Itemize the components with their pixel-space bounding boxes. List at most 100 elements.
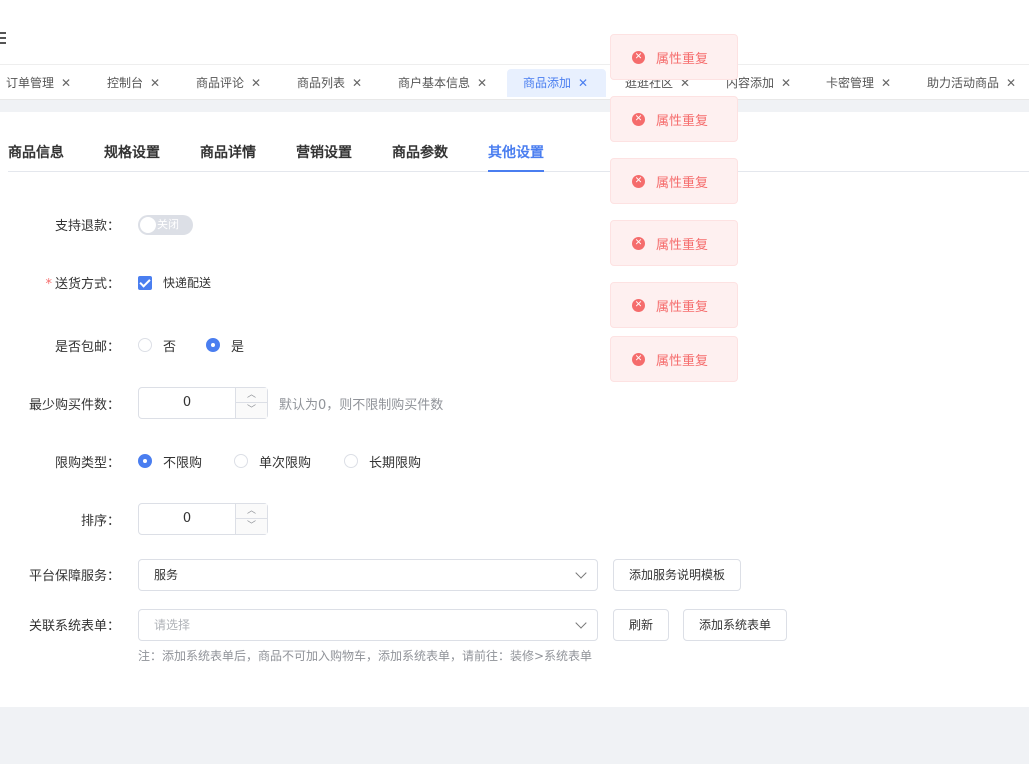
limit-long-term-radio[interactable]	[344, 454, 358, 468]
min-purchase-stepper[interactable]: 0 ︿ ﹀	[138, 387, 268, 419]
stepper-arrows: ︿ ﹀	[235, 504, 267, 534]
refund-label: 支持退款：	[54, 219, 120, 234]
switch-text: 关闭	[157, 218, 179, 231]
tab-console[interactable]: 控制台 ✕	[107, 69, 160, 97]
tab-label: 卡密管理	[826, 76, 875, 90]
tab-label: 订单管理	[6, 76, 55, 90]
limit-none-radio[interactable]	[138, 454, 152, 468]
error-icon: ✕	[632, 51, 645, 64]
close-icon[interactable]: ✕	[781, 76, 791, 90]
close-icon[interactable]: ✕	[477, 76, 487, 90]
switch-knob	[140, 217, 156, 233]
refresh-button[interactable]: 刷新	[613, 609, 669, 641]
min-purchase-label: 最少购买件数：	[28, 398, 120, 413]
limit-single-label: 单次限购	[259, 456, 312, 471]
error-toast: ✕ 属性重复	[610, 336, 738, 382]
hamburger-icon[interactable]	[0, 32, 6, 44]
subtab-product-details[interactable]: 商品详情	[200, 142, 256, 172]
guarantee-value: 服务	[154, 568, 179, 582]
sort-stepper[interactable]: 0 ︿ ﹀	[138, 503, 268, 535]
error-icon: ✕	[632, 113, 645, 126]
tab-assist-products[interactable]: 助力活动商品 ✕	[927, 69, 1016, 97]
increment-icon[interactable]: ︿	[236, 504, 267, 519]
limit-none-label: 不限购	[163, 456, 203, 471]
tab-label: 商品评论	[196, 76, 245, 90]
min-purchase-hint: 默认为0，则不限制购买件数	[279, 398, 444, 413]
page-tabs-bar: 订单管理 ✕ 控制台 ✕ 商品评论 ✕ 商品列表 ✕ 商户基本信息 ✕ 商品添加 ✕ 逛逛社…	[0, 64, 1029, 100]
decrement-icon[interactable]: ﹀	[236, 519, 267, 534]
close-icon[interactable]: ✕	[251, 76, 261, 90]
free-shipping-yes-label: 是	[231, 340, 245, 355]
tab-card-management[interactable]: 卡密管理 ✕	[826, 69, 891, 97]
tab-product-add[interactable]: 商品添加 ✕	[507, 69, 607, 97]
system-form-note: 注：添加系统表单后，商品不可加入购物车，添加系统表单，请前往：装修>系统表单	[138, 649, 593, 663]
toast-message: 属性重复	[656, 238, 709, 253]
guarantee-select[interactable]: 服务	[138, 559, 598, 591]
limit-type-label: 限购类型：	[54, 456, 120, 471]
error-toast: ✕ 属性重复	[610, 34, 738, 80]
limit-long-term-label: 长期限购	[369, 456, 422, 471]
free-shipping-label: 是否包邮：	[54, 340, 120, 355]
footer-area	[0, 707, 1029, 764]
tab-label: 助力活动商品	[927, 76, 1000, 90]
close-icon[interactable]: ✕	[150, 76, 160, 90]
system-form-select[interactable]: 请选择	[138, 609, 598, 641]
tab-product-reviews[interactable]: 商品评论 ✕	[196, 69, 261, 97]
error-toast: ✕ 属性重复	[610, 282, 738, 328]
free-shipping-no-label: 否	[163, 340, 177, 355]
toast-message: 属性重复	[656, 114, 709, 129]
refund-switch[interactable]: 关闭	[138, 215, 193, 235]
top-header	[0, 0, 1029, 64]
close-icon[interactable]: ✕	[881, 76, 891, 90]
add-system-form-button[interactable]: 添加系统表单	[683, 609, 787, 641]
error-icon: ✕	[632, 353, 645, 366]
add-service-template-button[interactable]: 添加服务说明模板	[613, 559, 741, 591]
system-form-label: 关联系统表单：	[28, 619, 120, 634]
express-delivery-label: 快递配送	[163, 276, 212, 290]
subtab-product-params[interactable]: 商品参数	[392, 142, 448, 172]
limit-single-radio[interactable]	[234, 454, 248, 468]
toast-message: 属性重复	[656, 300, 709, 315]
toast-message: 属性重复	[656, 354, 709, 369]
content-gap	[0, 100, 1029, 112]
toast-message: 属性重复	[656, 176, 709, 191]
tab-merchant-info[interactable]: 商户基本信息 ✕	[398, 69, 487, 97]
product-form-card: 商品信息 规格设置 商品详情 营销设置 商品参数 其他设置 支持退款： 关闭 *…	[0, 112, 1029, 707]
error-icon: ✕	[632, 175, 645, 188]
subtab-spec-settings[interactable]: 规格设置	[104, 142, 160, 172]
subtab-other-settings[interactable]: 其他设置	[488, 142, 544, 172]
free-shipping-yes-radio[interactable]	[206, 338, 220, 352]
error-toast: ✕ 属性重复	[610, 96, 738, 142]
tab-order-management[interactable]: 订单管理 ✕	[6, 69, 71, 97]
close-icon[interactable]: ✕	[1006, 76, 1016, 90]
stepper-arrows: ︿ ﹀	[235, 388, 267, 418]
tab-product-list[interactable]: 商品列表 ✕	[297, 69, 362, 97]
subtab-marketing[interactable]: 营销设置	[296, 142, 352, 172]
close-icon[interactable]: ✕	[352, 76, 362, 90]
close-icon[interactable]: ✕	[61, 76, 71, 90]
tab-label: 商品列表	[297, 76, 346, 90]
tab-label: 商品添加	[523, 76, 572, 90]
delivery-label-text: 送货方式：	[54, 277, 120, 292]
increment-icon[interactable]: ︿	[236, 388, 267, 403]
chevron-down-icon	[575, 567, 587, 579]
decrement-icon[interactable]: ﹀	[236, 403, 267, 418]
chevron-down-icon	[575, 617, 587, 629]
toast-message: 属性重复	[656, 52, 709, 67]
form-section-tabs: 商品信息 规格设置 商品详情 营销设置 商品参数 其他设置	[8, 142, 1029, 172]
close-icon[interactable]: ✕	[578, 76, 588, 90]
error-icon: ✕	[632, 299, 645, 312]
subtab-product-info[interactable]: 商品信息	[8, 142, 64, 172]
tab-label: 控制台	[107, 76, 144, 90]
free-shipping-no-radio[interactable]	[138, 338, 152, 352]
required-mark: *	[45, 277, 52, 292]
system-form-placeholder: 请选择	[154, 618, 191, 632]
sort-value[interactable]: 0	[139, 504, 235, 534]
tab-label: 商户基本信息	[398, 76, 471, 90]
min-purchase-value[interactable]: 0	[139, 388, 235, 418]
error-toast: ✕ 属性重复	[610, 158, 738, 204]
express-delivery-checkbox[interactable]	[138, 276, 152, 290]
error-icon: ✕	[632, 237, 645, 250]
guarantee-label: 平台保障服务：	[28, 569, 120, 584]
delivery-label: * 送货方式：	[0, 273, 120, 292]
